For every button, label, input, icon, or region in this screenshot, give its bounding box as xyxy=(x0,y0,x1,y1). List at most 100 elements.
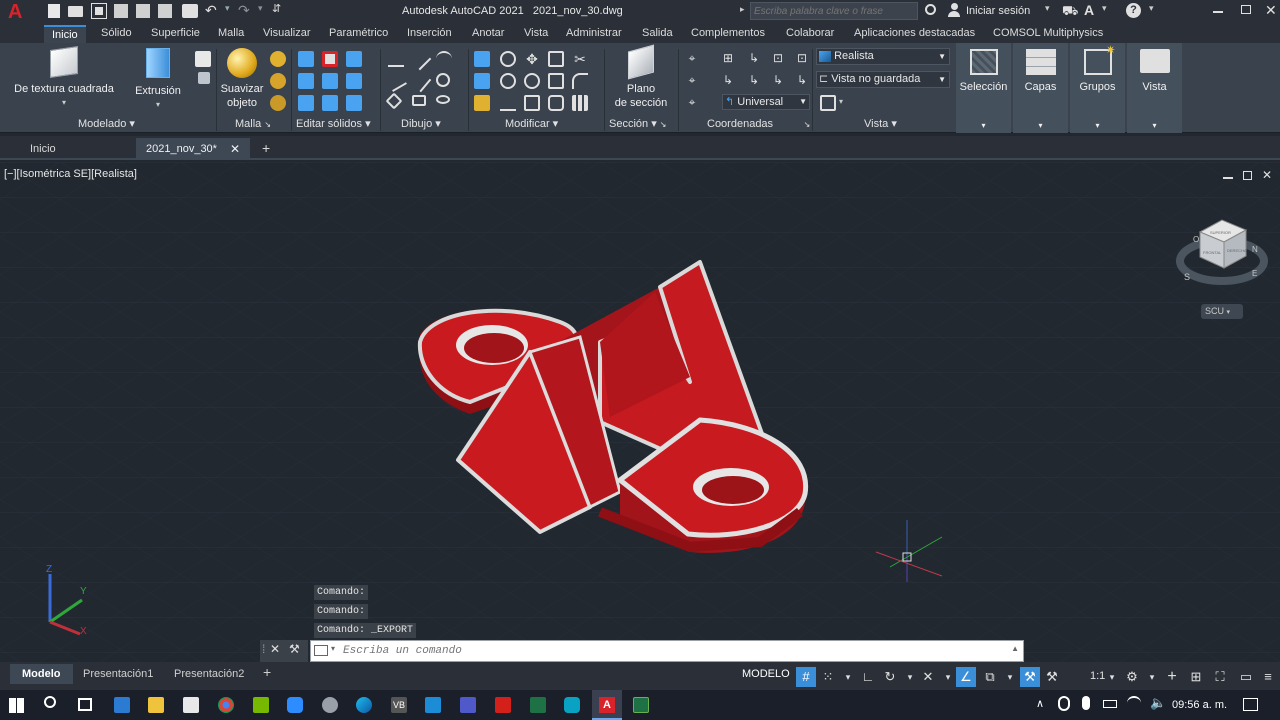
line-icon[interactable] xyxy=(408,47,432,71)
plot-icon[interactable] xyxy=(182,4,198,18)
ucs-3point-icon[interactable]: ↳ xyxy=(794,73,810,89)
command-prompt-icon[interactable] xyxy=(314,645,328,656)
mirror-icon[interactable] xyxy=(548,73,564,89)
task-view-icon[interactable] xyxy=(78,698,92,711)
tab-inicio[interactable]: Inicio xyxy=(44,25,86,43)
tab-comsol[interactable]: COMSOL Multiphysics xyxy=(993,25,1103,43)
panel-seccion[interactable]: Sección ▾ ↘ xyxy=(609,117,666,131)
app-icon-generic[interactable] xyxy=(322,697,338,713)
store-app-icon[interactable] xyxy=(183,697,199,713)
tab-malla[interactable]: Malla xyxy=(218,25,244,43)
command-line[interactable]: ▾ ▲ xyxy=(310,640,1024,662)
user-icon[interactable] xyxy=(948,3,960,17)
new-file-icon[interactable] xyxy=(48,4,60,18)
mail-app-icon[interactable] xyxy=(114,697,130,713)
tab-anotar[interactable]: Anotar xyxy=(472,25,504,43)
acrobat-icon[interactable] xyxy=(495,697,511,713)
microphone-icon[interactable] xyxy=(1082,696,1090,710)
arc-icon[interactable] xyxy=(436,51,452,67)
workspace-gear-icon[interactable]: ⚙ xyxy=(1122,667,1142,687)
named-view-dropdown[interactable]: ⊏ Vista no guardada ▼ xyxy=(816,71,950,88)
grid-toggle-icon[interactable]: # xyxy=(796,667,816,687)
rectangle-icon[interactable] xyxy=(412,95,426,106)
mesh-smooth-less-icon[interactable] xyxy=(270,73,286,89)
thicken-icon[interactable] xyxy=(322,95,338,111)
fillet-icon[interactable] xyxy=(572,73,588,89)
viewport-close-icon[interactable]: ✕ xyxy=(1262,168,1272,182)
recent-commands-dropdown-icon[interactable]: ▾ xyxy=(331,644,335,653)
taskbar-autocad-active[interactable]: A xyxy=(592,690,622,720)
smooth-object-button[interactable]: Suavizar objeto xyxy=(220,48,264,110)
mesh-smooth-more-icon[interactable] xyxy=(270,51,286,67)
command-history-toggle-icon[interactable]: ▲ xyxy=(1011,644,1019,653)
object-snap-tracking-icon[interactable]: ∠ xyxy=(956,667,976,687)
customize-wrench-icon[interactable]: ⚒ xyxy=(289,642,300,656)
ellipse-icon[interactable] xyxy=(436,95,450,104)
panel-editar-solidos[interactable]: Editar sólidos ▾ xyxy=(296,117,371,131)
section-plane-button[interactable]: Plano de sección xyxy=(608,44,674,110)
redo-icon[interactable]: ↷ xyxy=(238,2,250,19)
erase-icon[interactable]: ✂ xyxy=(572,51,588,67)
grip-icon[interactable]: ⁞ xyxy=(262,642,265,656)
viewport-config-dropdown-icon[interactable]: ▾ xyxy=(839,97,843,106)
excel-secondary-icon[interactable] xyxy=(633,697,649,713)
extrusion-dropdown-icon[interactable]: ▾ xyxy=(132,98,184,112)
3d-rotate-icon[interactable] xyxy=(500,73,516,89)
tab-vista[interactable]: Vista xyxy=(524,25,548,43)
compass-o-label[interactable]: O xyxy=(1193,235,1199,244)
tab-superficie[interactable]: Superficie xyxy=(151,25,200,43)
system-clock[interactable]: 09:56 a. m. xyxy=(1172,699,1227,711)
battery-icon[interactable] xyxy=(1103,700,1117,708)
wcs-menu[interactable]: SCU ▾ xyxy=(1201,304,1243,319)
circle-icon[interactable] xyxy=(436,73,450,87)
layers-button[interactable]: Capas ▾ xyxy=(1013,43,1068,133)
ucs-origin-icon[interactable]: ⌖ xyxy=(684,73,700,89)
redo-dropdown-icon[interactable]: ▾ xyxy=(258,3,263,14)
tab-insercion[interactable]: Inserción xyxy=(407,25,452,43)
tab-administrar[interactable]: Administrar xyxy=(566,25,622,43)
tab-solido[interactable]: Sólido xyxy=(101,25,132,43)
layout-tab-presentacion1[interactable]: Presentación1 xyxy=(83,664,153,684)
tab-complementos[interactable]: Complementos xyxy=(691,25,765,43)
notifications-icon[interactable] xyxy=(1243,698,1258,711)
stretch-icon[interactable] xyxy=(474,95,490,111)
annotation-scale-dropdown-icon[interactable]: ▾ xyxy=(1102,667,1122,687)
search-box[interactable] xyxy=(750,2,918,20)
ucs-object-icon[interactable]: ⊡ xyxy=(794,51,810,67)
tab-colaborar[interactable]: Colaborar xyxy=(786,25,834,43)
new-layout-icon[interactable]: + xyxy=(263,664,271,680)
close-tab-icon[interactable]: ✕ xyxy=(230,138,240,160)
groups-button[interactable]: ✷ Grupos ▾ xyxy=(1070,43,1125,133)
selection-button[interactable]: Selección ▾ xyxy=(956,43,1011,133)
clean-screen-icon[interactable]: ▭ xyxy=(1236,667,1256,687)
annotation-monitor-icon[interactable]: + xyxy=(1162,667,1182,687)
copy-icon[interactable] xyxy=(474,73,490,89)
tab-salida[interactable]: Salida xyxy=(642,25,673,43)
extrusion-button[interactable]: Extrusión ▾ xyxy=(132,48,184,112)
view-dropdown-icon[interactable]: ▾ xyxy=(1127,119,1182,133)
compass-n-label[interactable]: N xyxy=(1252,245,1258,254)
snap-mode-icon[interactable]: ⁙ xyxy=(818,667,838,687)
compass-s-label[interactable]: S xyxy=(1184,272,1190,282)
command-input[interactable] xyxy=(343,642,1003,660)
selection-dropdown-icon[interactable]: ▾ xyxy=(956,119,1011,133)
tab-parametrico[interactable]: Paramétrico xyxy=(329,25,388,43)
save-web-icon[interactable] xyxy=(158,4,172,18)
save-icon[interactable] xyxy=(91,3,107,19)
rotate-icon[interactable] xyxy=(524,73,540,89)
visual-style-dropdown[interactable]: Realista ▼ xyxy=(816,48,950,65)
a360-dropdown-icon[interactable]: ▾ xyxy=(1102,3,1107,14)
separate-icon[interactable] xyxy=(346,95,362,111)
ray-icon[interactable] xyxy=(408,69,432,93)
teams-icon[interactable] xyxy=(460,697,476,713)
polygon-icon[interactable] xyxy=(385,92,403,110)
tab-aplicaciones-destacadas[interactable]: Aplicaciones destacadas xyxy=(854,25,975,43)
drawing-viewport[interactable]: Z Y X SUPERIOR FRONTAL DERECHA S N E O [… xyxy=(0,162,1280,662)
zoom-app-icon[interactable] xyxy=(287,697,303,713)
panel-dibujo[interactable]: Dibujo ▾ xyxy=(401,117,441,131)
sign-in-link[interactable]: Iniciar sesión xyxy=(966,5,1030,17)
snap-dropdown-icon[interactable]: ▾ xyxy=(838,667,858,687)
ucs-face-icon[interactable]: ⊡ xyxy=(770,51,786,67)
panel-coordenadas[interactable]: Coordenadas ↘ xyxy=(707,117,810,131)
file-explorer-icon[interactable] xyxy=(148,697,164,713)
